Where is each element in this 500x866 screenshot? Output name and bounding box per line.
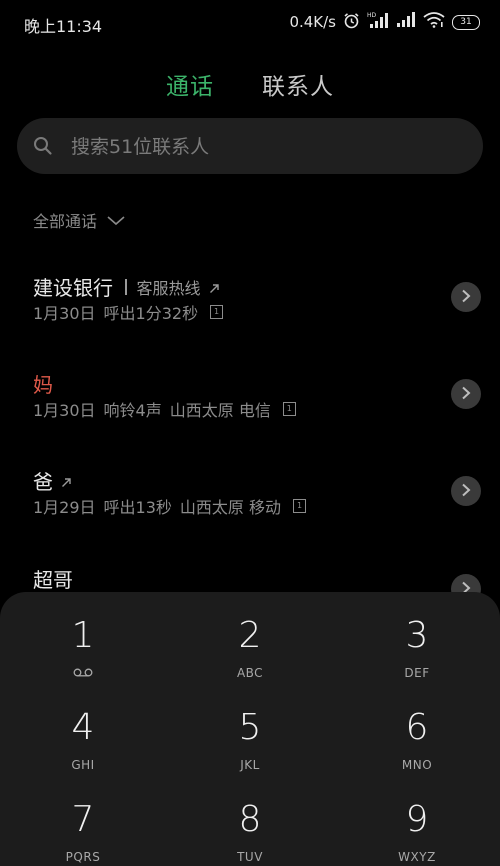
search-icon — [33, 136, 53, 160]
contact-name: 爸 — [33, 470, 53, 494]
tab-calls[interactable]: 通话 — [166, 67, 214, 101]
battery-level: 31 — [452, 14, 480, 30]
call-filter-dropdown[interactable]: 全部通话 — [33, 208, 125, 232]
dial-key-3[interactable]: 3 DEF — [334, 592, 500, 684]
filter-label: 全部通话 — [33, 212, 98, 231]
chevron-right-icon — [461, 482, 471, 501]
key-digit: 7 — [71, 799, 95, 840]
net-speed: 0.4K/s — [289, 13, 336, 31]
chevron-down-icon — [107, 211, 125, 230]
signal-hd-icon: HD — [367, 11, 389, 33]
call-location: 山西太原 电信 — [169, 401, 271, 420]
key-sub — [0, 666, 166, 680]
call-detail-button[interactable] — [451, 476, 481, 506]
dial-key-5[interactable]: 5 JKL — [167, 684, 333, 776]
call-name-row: 爸 — [33, 466, 72, 495]
sim-card-icon: 1 — [282, 402, 296, 416]
dial-key-2[interactable]: 2 ABC — [167, 592, 333, 684]
dial-key-1[interactable]: 1 — [0, 592, 166, 684]
dialer-screen: 晚上11:34 0.4K/s HD 31 通话 联系人 搜索51位联系人 全部通… — [0, 0, 500, 866]
key-digit: 6 — [405, 707, 429, 748]
voicemail-icon — [73, 666, 93, 680]
battery-icon: 31 — [452, 14, 480, 30]
search-bar[interactable] — [17, 118, 483, 176]
call-detail-button[interactable] — [451, 282, 481, 312]
call-log-item[interactable]: 爸 1月29日 呼出13秒 山西太原 移动 1 — [0, 466, 500, 563]
call-detail: 响铃4声 — [103, 401, 162, 420]
call-date: 1月30日 — [33, 401, 96, 420]
key-letters: PQRS — [65, 850, 101, 864]
dialpad: 1 2 ABC 3 DEF 4 GHI 5 JKL 6 MNO 7 PQRS 8… — [0, 592, 500, 866]
call-meta: 1月29日 呼出13秒 山西太原 移动 1 — [33, 494, 307, 518]
signal-icon — [396, 12, 416, 32]
sim-card-icon: 1 — [210, 305, 224, 319]
outgoing-call-icon — [61, 469, 72, 493]
wifi-icon — [423, 12, 445, 32]
search-input[interactable] — [69, 118, 473, 176]
key-digit: 1 — [71, 615, 95, 656]
call-date: 1月29日 — [33, 498, 96, 517]
key-letters: ABC — [236, 666, 264, 680]
key-letters: GHI — [71, 758, 95, 772]
call-log-item[interactable]: 建设银行 客服热线 1月30日 呼出1分32秒 1 — [0, 272, 500, 369]
contact-name: 妈 — [33, 373, 53, 397]
contact-name: 超哥 — [33, 568, 73, 592]
key-letters: DEF — [404, 666, 430, 680]
key-letters: TUV — [237, 850, 263, 864]
chevron-right-icon — [461, 288, 471, 307]
tab-contacts[interactable]: 联系人 — [262, 67, 334, 101]
contact-tag: 客服热线 — [136, 278, 201, 298]
dial-key-7[interactable]: 7 PQRS — [0, 776, 166, 866]
dial-key-8[interactable]: 8 TUV — [167, 776, 333, 866]
key-digit: 4 — [71, 707, 95, 748]
call-detail-button[interactable] — [451, 379, 481, 409]
call-detail: 呼出1分32秒 — [103, 304, 199, 323]
call-meta: 1月30日 响铃4声 山西太原 电信 1 — [33, 397, 296, 421]
chevron-right-icon — [461, 385, 471, 404]
key-digit: 2 — [238, 615, 262, 656]
key-digit: 3 — [405, 615, 429, 656]
key-digit: 8 — [238, 799, 262, 840]
call-meta: 1月30日 呼出1分32秒 1 — [33, 300, 224, 324]
call-date: 1月30日 — [33, 304, 96, 323]
dial-key-4[interactable]: 4 GHI — [0, 684, 166, 776]
outgoing-call-icon — [209, 275, 220, 299]
call-name-row: 超哥 — [33, 564, 73, 593]
tab-bar: 通话 联系人 — [0, 62, 500, 102]
name-divider — [125, 278, 127, 295]
contact-name: 建设银行 — [33, 276, 113, 300]
key-digit: 9 — [405, 799, 429, 840]
status-bar: 晚上11:34 0.4K/s HD 31 — [0, 0, 500, 44]
key-letters: JKL — [240, 758, 260, 772]
dial-key-6[interactable]: 6 MNO — [334, 684, 500, 776]
call-location: 山西太原 移动 — [179, 498, 282, 517]
dial-key-9[interactable]: 9 WXYZ — [334, 776, 500, 866]
key-digit: 5 — [238, 707, 262, 748]
call-name-row: 妈 — [33, 369, 53, 398]
key-letters: WXYZ — [398, 850, 436, 864]
call-name-row: 建设银行 客服热线 — [33, 272, 220, 301]
sim-card-icon: 1 — [293, 499, 307, 513]
key-letters: MNO — [401, 758, 433, 772]
hd-label: HD — [367, 12, 377, 19]
call-log-item[interactable]: 妈 1月30日 响铃4声 山西太原 电信 1 — [0, 369, 500, 466]
status-time: 晚上11:34 — [24, 17, 103, 36]
call-detail: 呼出13秒 — [103, 498, 172, 517]
alarm-icon — [343, 12, 360, 33]
status-icons: 0.4K/s HD 31 — [289, 11, 480, 33]
